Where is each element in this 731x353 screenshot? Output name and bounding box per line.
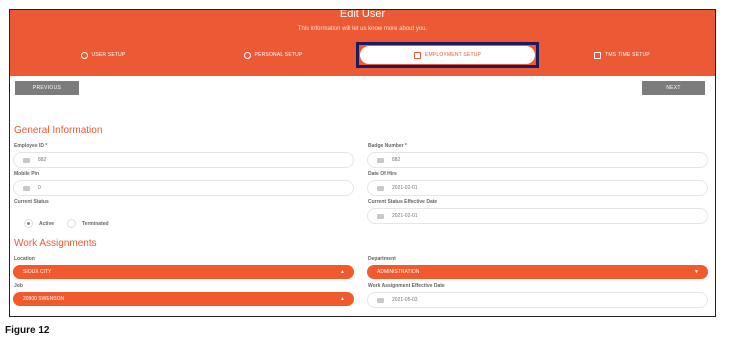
mobile-pin-label: Mobile Pin — [14, 171, 39, 177]
status-terminated-label: Terminated — [82, 220, 109, 227]
location-select[interactable]: SIOUX CITY ▲ — [13, 265, 354, 279]
chevron-down-icon: ▲ — [340, 269, 345, 275]
status-active-radio[interactable]: Active — [24, 219, 54, 228]
figure-caption: Figure 12 — [5, 325, 50, 336]
job-value: 20900 SWENSON — [23, 296, 65, 302]
current-status-label: Current Status — [14, 199, 49, 205]
employee-id-value: 882 — [38, 157, 47, 163]
info-circle-icon — [243, 51, 251, 59]
id-card-icon — [23, 157, 30, 163]
work-assignment-effective-date-value: 2021-05-03 — [392, 297, 418, 303]
calendar-icon — [377, 185, 384, 191]
mobile-pin-value: 0 — [38, 185, 41, 191]
status-active-label: Active — [39, 220, 55, 227]
department-value: ADMINISTRATION — [377, 269, 420, 275]
next-button[interactable]: NEXT — [642, 81, 705, 95]
tab-user-setup[interactable]: USER SETUP — [68, 46, 138, 64]
department-label: Department — [368, 256, 396, 262]
chevron-down-icon: ▼ — [694, 269, 699, 275]
badge-number-label: Badge Number * — [368, 143, 407, 149]
work-assignment-effective-date-field[interactable]: 2021-05-03 — [367, 292, 708, 308]
work-assignment-effective-date-label: Work Assignment Effective Date — [368, 283, 445, 289]
tab-personal-setup[interactable]: PERSONAL SETUP — [234, 46, 312, 64]
page-subtitle: This information will let us know more a… — [297, 26, 428, 32]
section-title-work-assignments: Work Assignments — [14, 238, 97, 249]
page-title: Edit User — [339, 9, 386, 20]
radio-unchecked-icon — [67, 219, 76, 228]
status-effective-date-field[interactable]: 2021-02-01 — [367, 208, 708, 224]
badge-number-field[interactable]: 882 — [367, 152, 708, 168]
user-circle-icon — [80, 51, 88, 59]
employee-id-label: Employee ID * — [14, 143, 48, 149]
section-title-general: General Information — [14, 125, 103, 136]
tab-label: PERSONAL SETUP — [254, 52, 303, 58]
job-label: Job — [14, 283, 23, 289]
badge-number-value: 882 — [392, 157, 401, 163]
tab-label: TMS TIME SETUP — [605, 52, 650, 58]
alarm-clock-icon — [594, 51, 602, 59]
date-of-hire-label: Date Of Hire — [368, 171, 397, 177]
chevron-down-icon: ▲ — [340, 296, 345, 302]
edit-user-window: Edit User This information will let us k… — [9, 9, 716, 317]
lock-icon — [23, 185, 30, 191]
status-terminated-radio[interactable]: Terminated — [67, 219, 109, 228]
badge-icon — [377, 157, 384, 163]
calendar-icon — [377, 213, 384, 219]
date-of-hire-field[interactable]: 2021-02-01 — [367, 180, 708, 196]
tab-tms-time-setup[interactable]: TMS TIME SETUP — [582, 46, 662, 64]
date-of-hire-value: 2021-02-01 — [392, 185, 418, 191]
radio-checked-icon — [24, 219, 33, 228]
location-label: Location — [14, 256, 35, 262]
previous-button[interactable]: PREVIOUS — [15, 81, 79, 95]
location-value: SIOUX CITY — [23, 269, 52, 275]
calendar-icon — [377, 297, 384, 303]
mobile-pin-field[interactable]: 0 — [13, 180, 354, 196]
tab-label: USER SETUP — [91, 52, 126, 58]
job-select[interactable]: 20900 SWENSON ▲ — [13, 292, 354, 306]
active-tab-highlight — [356, 42, 539, 68]
employee-id-field[interactable]: 882 — [13, 152, 354, 168]
status-effective-date-value: 2021-02-01 — [392, 213, 418, 219]
department-select[interactable]: ADMINISTRATION ▼ — [367, 265, 708, 279]
status-effective-date-label: Current Status Effective Date — [368, 199, 438, 205]
